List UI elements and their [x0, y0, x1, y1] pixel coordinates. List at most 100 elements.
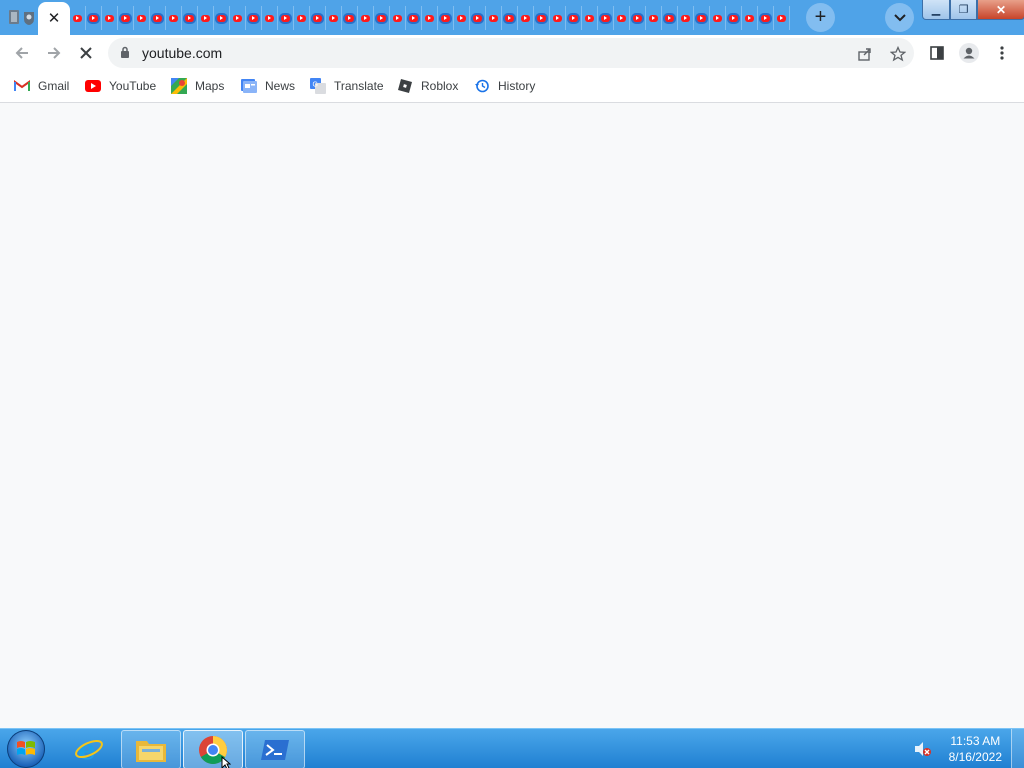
bookmark-gmail[interactable]: Gmail: [14, 76, 69, 96]
youtube-tab[interactable]: [470, 6, 486, 30]
menu-button[interactable]: [988, 39, 1016, 67]
bookmark-history[interactable]: History: [474, 76, 535, 96]
lock-icon[interactable]: [120, 46, 130, 64]
stop-loading-button[interactable]: [72, 39, 100, 67]
youtube-tab[interactable]: [694, 6, 710, 30]
gmail-icon: [14, 78, 30, 94]
youtube-tab[interactable]: [214, 6, 230, 30]
youtube-tab[interactable]: [182, 6, 198, 30]
tab-search-button[interactable]: [885, 3, 914, 32]
youtube-tab[interactable]: [262, 6, 278, 30]
forward-button[interactable]: [40, 39, 68, 67]
svg-text:G: G: [313, 82, 318, 89]
youtube-tab[interactable]: [598, 6, 614, 30]
bookmark-roblox[interactable]: Roblox: [397, 76, 458, 96]
youtube-tab[interactable]: [342, 6, 358, 30]
youtube-tab[interactable]: [70, 6, 86, 30]
youtube-tab[interactable]: [438, 6, 454, 30]
youtube-favicon-icon: [409, 14, 418, 22]
minimize-button[interactable]: ▁: [922, 0, 950, 20]
youtube-tab[interactable]: [134, 6, 150, 30]
arrow-left-icon: [15, 47, 28, 59]
youtube-tab[interactable]: [630, 6, 646, 30]
address-text[interactable]: youtube.com: [142, 45, 222, 61]
youtube-tab[interactable]: [246, 6, 262, 30]
side-panel-icon: [930, 46, 944, 60]
youtube-favicon-icon: [761, 14, 770, 22]
youtube-tab[interactable]: [406, 6, 422, 30]
share-icon[interactable]: [856, 45, 874, 63]
taskbar-file-explorer[interactable]: [121, 730, 181, 768]
system-clock[interactable]: 11:53 AM 8/16/2022: [949, 733, 1002, 765]
first-tab-favicons[interactable]: [8, 8, 38, 26]
chevron-down-icon: [893, 13, 906, 21]
maps-icon: [171, 78, 187, 94]
youtube-tab[interactable]: [374, 6, 390, 30]
youtube-tab[interactable]: [518, 6, 534, 30]
arrow-right-icon: [48, 47, 61, 59]
youtube-tab[interactable]: [662, 6, 678, 30]
show-desktop-button[interactable]: [1011, 729, 1024, 768]
back-button[interactable]: [8, 39, 36, 67]
star-icon[interactable]: [889, 45, 907, 63]
bookmark-translate[interactable]: G Translate: [310, 76, 384, 96]
youtube-tab[interactable]: [742, 6, 758, 30]
youtube-tab[interactable]: [326, 6, 342, 30]
tab-close-icon[interactable]: ✕: [48, 11, 61, 26]
bookmark-label: Translate: [334, 79, 384, 93]
active-tab[interactable]: ✕: [38, 2, 70, 35]
youtube-favicon-icon: [777, 14, 786, 22]
taskbar-internet-explorer[interactable]: e: [60, 730, 118, 767]
youtube-tab[interactable]: [614, 6, 630, 30]
youtube-tab[interactable]: [550, 6, 566, 30]
youtube-tab[interactable]: [422, 6, 438, 30]
profile-button[interactable]: [955, 39, 983, 67]
youtube-tab[interactable]: [390, 6, 406, 30]
bookmark-maps[interactable]: Maps: [171, 76, 224, 96]
youtube-favicon-icon: [729, 14, 738, 22]
new-tab-button[interactable]: +: [806, 3, 835, 32]
bookmark-news[interactable]: News: [241, 76, 295, 96]
taskbar-chrome[interactable]: [183, 730, 243, 768]
close-window-button[interactable]: ✕: [977, 0, 1024, 20]
youtube-favicon-icon: [329, 14, 338, 22]
youtube-tab[interactable]: [502, 6, 518, 30]
youtube-favicon-icon: [681, 14, 690, 22]
youtube-tab[interactable]: [358, 6, 374, 30]
bookmark-youtube[interactable]: YouTube: [85, 76, 156, 96]
taskbar: e 11:53 AM 8/16/2022: [0, 728, 1024, 768]
youtube-tab[interactable]: [486, 6, 502, 30]
start-button[interactable]: [7, 730, 45, 768]
youtube-tab[interactable]: [86, 6, 102, 30]
youtube-tab[interactable]: [774, 6, 790, 30]
taskbar-powershell[interactable]: [245, 730, 305, 768]
youtube-tab[interactable]: [230, 6, 246, 30]
youtube-tab[interactable]: [534, 6, 550, 30]
youtube-favicon-icon: [441, 14, 450, 22]
youtube-favicon-icon: [569, 14, 578, 22]
youtube-tab[interactable]: [278, 6, 294, 30]
youtube-favicon-icon: [665, 14, 674, 22]
youtube-tab[interactable]: [150, 6, 166, 30]
side-panel-button[interactable]: [923, 39, 951, 67]
youtube-tab[interactable]: [102, 6, 118, 30]
bookmarks-bar: Gmail YouTube Maps News G Translate Robl…: [0, 70, 1024, 103]
youtube-tab[interactable]: [118, 6, 134, 30]
youtube-tab[interactable]: [166, 6, 182, 30]
youtube-tab[interactable]: [454, 6, 470, 30]
youtube-tab[interactable]: [198, 6, 214, 30]
youtube-tab[interactable]: [726, 6, 742, 30]
volume-muted-icon[interactable]: [914, 741, 932, 762]
youtube-tab[interactable]: [678, 6, 694, 30]
youtube-tab[interactable]: [294, 6, 310, 30]
youtube-tab[interactable]: [310, 6, 326, 30]
restore-button[interactable]: ❐: [950, 0, 977, 20]
youtube-tab[interactable]: [710, 6, 726, 30]
youtube-tab[interactable]: [646, 6, 662, 30]
plus-icon: +: [814, 6, 827, 28]
youtube-tab[interactable]: [758, 6, 774, 30]
youtube-tab[interactable]: [582, 6, 598, 30]
address-bar[interactable]: youtube.com: [108, 38, 914, 68]
youtube-favicon-icon: [105, 14, 114, 22]
youtube-tab[interactable]: [566, 6, 582, 30]
